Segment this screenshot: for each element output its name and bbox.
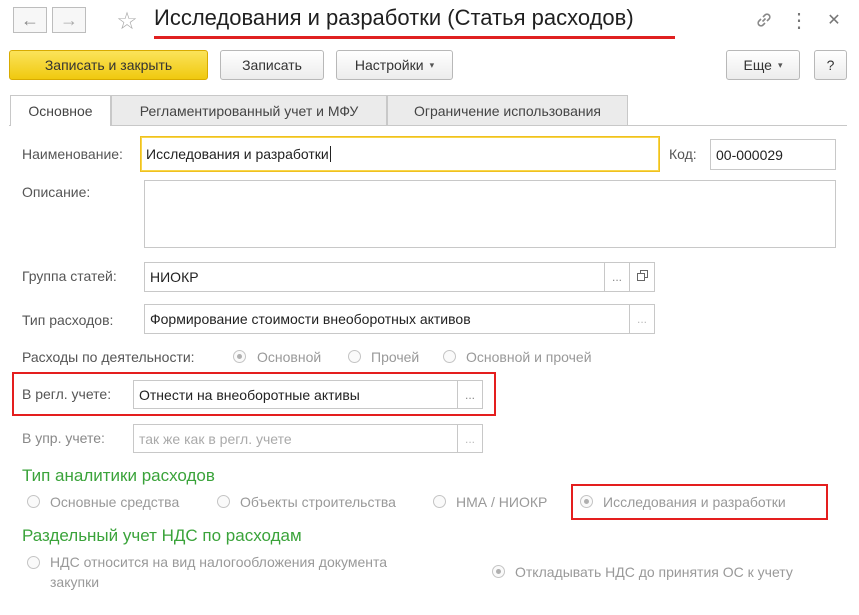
type-input[interactable]: Формирование стоимости внеоборотных акти… xyxy=(144,304,630,334)
name-label: Наименование: xyxy=(22,146,123,162)
save-button[interactable]: Записать xyxy=(220,50,324,80)
type-select-button[interactable]: ... xyxy=(629,304,655,334)
analytics-option-intangible: НМА / НИОКР xyxy=(456,494,548,510)
vat-heading: Раздельный учет НДС по расходам xyxy=(22,526,302,545)
activity-option-main: Основной xyxy=(257,349,322,365)
vat-option-document-tax-line1: НДС относится на вид налогообложения док… xyxy=(50,554,388,570)
more-vertical-icon[interactable]: ⋮ xyxy=(788,8,810,32)
close-icon[interactable]: ✕ xyxy=(823,8,845,32)
tab-usage-restriction[interactable]: Ограничение использования xyxy=(387,95,628,125)
star-icon[interactable]: ☆ xyxy=(112,6,142,36)
activity-radio-main[interactable] xyxy=(233,350,246,363)
regl-label: В регл. учете: xyxy=(22,386,112,402)
analytics-radio-fixed-assets[interactable] xyxy=(27,495,40,508)
regl-select-button[interactable]: ... xyxy=(457,380,483,409)
vat-option-defer: Откладывать НДС до принятия ОС к учету xyxy=(515,564,793,580)
save-close-button[interactable]: Записать и закрыть xyxy=(9,50,208,80)
tab-main[interactable]: Основное xyxy=(10,95,111,126)
analytics-radio-intangible[interactable] xyxy=(433,495,446,508)
code-input[interactable]: 00-000029 xyxy=(710,139,836,170)
activity-label: Расходы по деятельности: xyxy=(22,349,195,365)
forward-button[interactable]: → xyxy=(52,7,86,33)
analytics-option-research: Исследования и разработки xyxy=(603,494,786,510)
analytics-heading: Тип аналитики расходов xyxy=(22,466,215,485)
back-button[interactable]: ← xyxy=(13,7,47,33)
page-title: Исследования и разработки (Статья расход… xyxy=(154,5,634,30)
settings-button[interactable]: Настройки ▾ xyxy=(336,50,453,80)
link-icon[interactable] xyxy=(751,8,777,32)
upr-label: В упр. учете: xyxy=(22,430,105,446)
description-label: Описание: xyxy=(22,184,91,200)
analytics-radio-construction[interactable] xyxy=(217,495,230,508)
tab-baseline xyxy=(9,125,847,126)
group-open-button[interactable] xyxy=(629,262,655,292)
vat-radio-defer[interactable] xyxy=(492,565,505,578)
tab-regulated-accounting[interactable]: Регламентированный учет и МФУ xyxy=(111,95,387,125)
code-label: Код: xyxy=(669,146,697,162)
analytics-radio-research[interactable] xyxy=(580,495,593,508)
group-select-button[interactable]: ... xyxy=(604,262,630,292)
group-label: Группа статей: xyxy=(22,268,117,284)
open-window-icon xyxy=(636,270,648,284)
regl-input[interactable]: Отнести на внеоборотные активы xyxy=(133,380,458,409)
help-button[interactable]: ? xyxy=(814,50,847,80)
title-underline xyxy=(154,36,675,39)
vat-option-document-tax-line2: закупки xyxy=(50,574,100,590)
name-input[interactable]: Исследования и разработки xyxy=(140,136,660,172)
arrow-left-icon: ← xyxy=(21,9,39,30)
group-input[interactable]: НИОКР xyxy=(144,262,605,292)
type-label: Тип расходов: xyxy=(22,312,114,328)
activity-radio-other[interactable] xyxy=(348,350,361,363)
vat-radio-document-tax[interactable] xyxy=(27,556,40,569)
analytics-option-construction: Объекты строительства xyxy=(240,494,396,510)
dropdown-arrow-icon: ▾ xyxy=(429,59,435,70)
arrow-right-icon: → xyxy=(60,9,78,30)
activity-radio-both[interactable] xyxy=(443,350,456,363)
analytics-option-fixed-assets: Основные средства xyxy=(50,494,180,510)
activity-option-other: Прочей xyxy=(371,349,420,365)
activity-option-both: Основной и прочей xyxy=(466,349,592,365)
upr-input[interactable]: так же как в регл. учете xyxy=(133,424,458,453)
more-button[interactable]: Еще ▾ xyxy=(726,50,800,80)
dropdown-arrow-icon: ▾ xyxy=(777,59,783,70)
description-textarea[interactable] xyxy=(144,180,836,248)
upr-select-button[interactable]: ... xyxy=(457,424,483,453)
